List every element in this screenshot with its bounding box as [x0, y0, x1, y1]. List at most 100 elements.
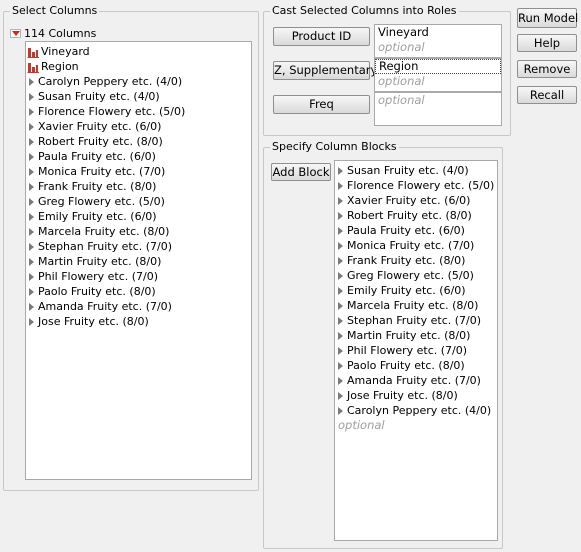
column-list-item[interactable]: Monica Fruity etc. (7/0)	[26, 164, 251, 179]
column-block-item-label: Carolyn Peppery etc. (4/0)	[347, 404, 492, 417]
select-columns-list[interactable]: Vineyard Region Carolyn Peppery etc. (4/0)…	[25, 41, 252, 480]
column-list-item-label: Susan Fruity etc. (4/0)	[38, 90, 160, 103]
help-button[interactable]: Help	[517, 34, 577, 52]
run-model-button[interactable]: Run Model	[517, 8, 578, 28]
expand-triangle-icon[interactable]	[338, 406, 343, 415]
expand-triangle-icon[interactable]	[338, 346, 343, 355]
expand-triangle-icon[interactable]	[29, 287, 34, 296]
expand-triangle-icon[interactable]	[29, 92, 34, 101]
expand-triangle-icon[interactable]	[338, 226, 343, 235]
column-block-item[interactable]: Jose Fruity etc. (8/0)	[335, 388, 497, 403]
expand-triangle-icon[interactable]	[338, 331, 343, 340]
column-block-item-label: Susan Fruity etc. (4/0)	[347, 164, 469, 177]
expand-triangle-icon[interactable]	[29, 122, 34, 131]
column-list-item-label: Jose Fruity etc. (8/0)	[38, 315, 149, 328]
expand-triangle-icon[interactable]	[29, 302, 34, 311]
expand-triangle-icon[interactable]	[338, 166, 343, 175]
expand-triangle-icon[interactable]	[29, 152, 34, 161]
column-list-item[interactable]: Emily Fruity etc. (6/0)	[26, 209, 251, 224]
expand-triangle-icon[interactable]	[338, 301, 343, 310]
column-block-item[interactable]: Amanda Fruity etc. (7/0)	[335, 373, 497, 388]
expand-triangle-icon[interactable]	[29, 242, 34, 251]
column-block-item-label: Greg Flowery etc. (5/0)	[347, 269, 474, 282]
expand-triangle-icon[interactable]	[338, 361, 343, 370]
column-block-item-label: Xavier Fruity etc. (6/0)	[347, 194, 471, 207]
expand-triangle-icon[interactable]	[29, 197, 34, 206]
column-list-item[interactable]: Frank Fruity etc. (8/0)	[26, 179, 251, 194]
remove-button[interactable]: Remove	[517, 60, 577, 78]
column-list-item[interactable]: Greg Flowery etc. (5/0)	[26, 194, 251, 209]
column-block-item[interactable]: Robert Fruity etc. (8/0)	[335, 208, 497, 223]
column-list-item[interactable]: Susan Fruity etc. (4/0)	[26, 89, 251, 104]
column-block-item-label: Paula Fruity etc. (6/0)	[347, 224, 465, 237]
column-list-item[interactable]: Stephan Fruity etc. (7/0)	[26, 239, 251, 254]
expand-triangle-icon[interactable]	[29, 317, 34, 326]
column-block-item-label: Amanda Fruity etc. (7/0)	[347, 374, 481, 387]
expand-triangle-icon[interactable]	[29, 167, 34, 176]
expand-triangle-icon[interactable]	[338, 391, 343, 400]
column-block-item-label: Stephan Fruity etc. (7/0)	[347, 314, 482, 327]
column-block-item[interactable]: Greg Flowery etc. (5/0)	[335, 268, 497, 283]
column-list-item[interactable]: Robert Fruity etc. (8/0)	[26, 134, 251, 149]
cast-roles-title: Cast Selected Columns into Roles	[270, 4, 459, 18]
column-block-item[interactable]: Stephan Fruity etc. (7/0)	[335, 313, 497, 328]
column-block-item[interactable]: Paolo Fruity etc. (8/0)	[335, 358, 497, 373]
column-block-item[interactable]: Frank Fruity etc. (8/0)	[335, 253, 497, 268]
column-list-item[interactable]: Carolyn Peppery etc. (4/0)	[26, 74, 251, 89]
product-id-role-item[interactable]: Vineyard	[375, 25, 501, 40]
z-supplementary-role-list[interactable]: Region optional	[374, 58, 502, 92]
column-count-row[interactable]: 114 Columns	[10, 26, 96, 40]
column-count-label: 114 Columns	[24, 26, 97, 40]
column-block-item[interactable]: Martin Fruity etc. (8/0)	[335, 328, 497, 343]
column-block-item[interactable]: Paula Fruity etc. (6/0)	[335, 223, 497, 238]
column-block-item[interactable]: Emily Fruity etc. (6/0)	[335, 283, 497, 298]
recall-button[interactable]: Recall	[517, 86, 577, 104]
freq-role-button[interactable]: Freq	[273, 95, 370, 114]
product-id-role-list[interactable]: Vineyard optional	[374, 24, 502, 58]
column-list-item[interactable]: Paolo Fruity etc. (8/0)	[26, 284, 251, 299]
expand-triangle-icon[interactable]	[338, 211, 343, 220]
column-block-item[interactable]: Florence Flowery etc. (5/0)	[335, 178, 497, 193]
red-triangle-menu-icon[interactable]	[10, 28, 21, 38]
column-block-item[interactable]: Xavier Fruity etc. (6/0)	[335, 193, 497, 208]
column-block-item[interactable]: Carolyn Peppery etc. (4/0)	[335, 403, 497, 418]
column-block-item[interactable]: Phil Flowery etc. (7/0)	[335, 343, 497, 358]
expand-triangle-icon[interactable]	[29, 137, 34, 146]
column-block-item[interactable]: Monica Fruity etc. (7/0)	[335, 238, 497, 253]
column-list-item[interactable]: Paula Fruity etc. (6/0)	[26, 149, 251, 164]
expand-triangle-icon[interactable]	[29, 272, 34, 281]
expand-triangle-icon[interactable]	[338, 286, 343, 295]
expand-triangle-icon[interactable]	[338, 376, 343, 385]
expand-triangle-icon[interactable]	[29, 107, 34, 116]
column-block-item[interactable]: Susan Fruity etc. (4/0)	[335, 163, 497, 178]
column-list-item[interactable]: Amanda Fruity etc. (7/0)	[26, 299, 251, 314]
z-supplementary-role-item[interactable]: Region	[375, 59, 501, 74]
column-list-item[interactable]: Jose Fruity etc. (8/0)	[26, 314, 251, 329]
column-list-item[interactable]: Martin Fruity etc. (8/0)	[26, 254, 251, 269]
expand-triangle-icon[interactable]	[338, 196, 343, 205]
column-blocks-list[interactable]: Susan Fruity etc. (4/0) Florence Flowery …	[334, 160, 498, 541]
add-block-button[interactable]: Add Block	[271, 163, 331, 181]
freq-role-list[interactable]: optional	[374, 92, 502, 126]
column-list-item-label: Stephan Fruity etc. (7/0)	[38, 240, 173, 253]
expand-triangle-icon[interactable]	[29, 77, 34, 86]
expand-triangle-icon[interactable]	[338, 256, 343, 265]
expand-triangle-icon[interactable]	[29, 227, 34, 236]
column-list-item[interactable]: Phil Flowery etc. (7/0)	[26, 269, 251, 284]
z-supplementary-role-button[interactable]: Z, Supplementary	[273, 61, 377, 80]
expand-triangle-icon[interactable]	[29, 212, 34, 221]
expand-triangle-icon[interactable]	[29, 182, 34, 191]
expand-triangle-icon[interactable]	[338, 316, 343, 325]
expand-triangle-icon[interactable]	[338, 181, 343, 190]
column-block-item[interactable]: Marcela Fruity etc. (8/0)	[335, 298, 497, 313]
expand-triangle-icon[interactable]	[338, 271, 343, 280]
column-list-item[interactable]: Vineyard	[26, 44, 251, 59]
column-list-item[interactable]: Xavier Fruity etc. (6/0)	[26, 119, 251, 134]
column-list-item[interactable]: Marcela Fruity etc. (8/0)	[26, 224, 251, 239]
expand-triangle-icon[interactable]	[29, 257, 34, 266]
column-list-item[interactable]: Region	[26, 59, 251, 74]
column-list-item[interactable]: Florence Flowery etc. (5/0)	[26, 104, 251, 119]
expand-triangle-icon[interactable]	[338, 241, 343, 250]
product-id-role-button[interactable]: Product ID	[273, 27, 370, 46]
column-block-item-label: Martin Fruity etc. (8/0)	[347, 329, 471, 342]
